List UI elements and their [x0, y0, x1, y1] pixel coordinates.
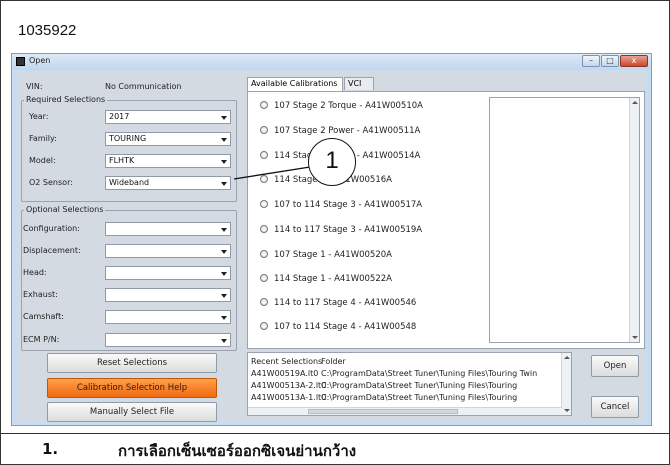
callout-leader: [233, 166, 311, 180]
caption-divider: [0, 433, 670, 434]
callout-line: [233, 166, 311, 180]
caption-number: 1.: [42, 440, 59, 458]
caption-text: การเลือกเซ็นเซอร์ออกซิเจนย่านกว้าง: [118, 442, 357, 460]
callout-number: 1: [308, 138, 356, 186]
